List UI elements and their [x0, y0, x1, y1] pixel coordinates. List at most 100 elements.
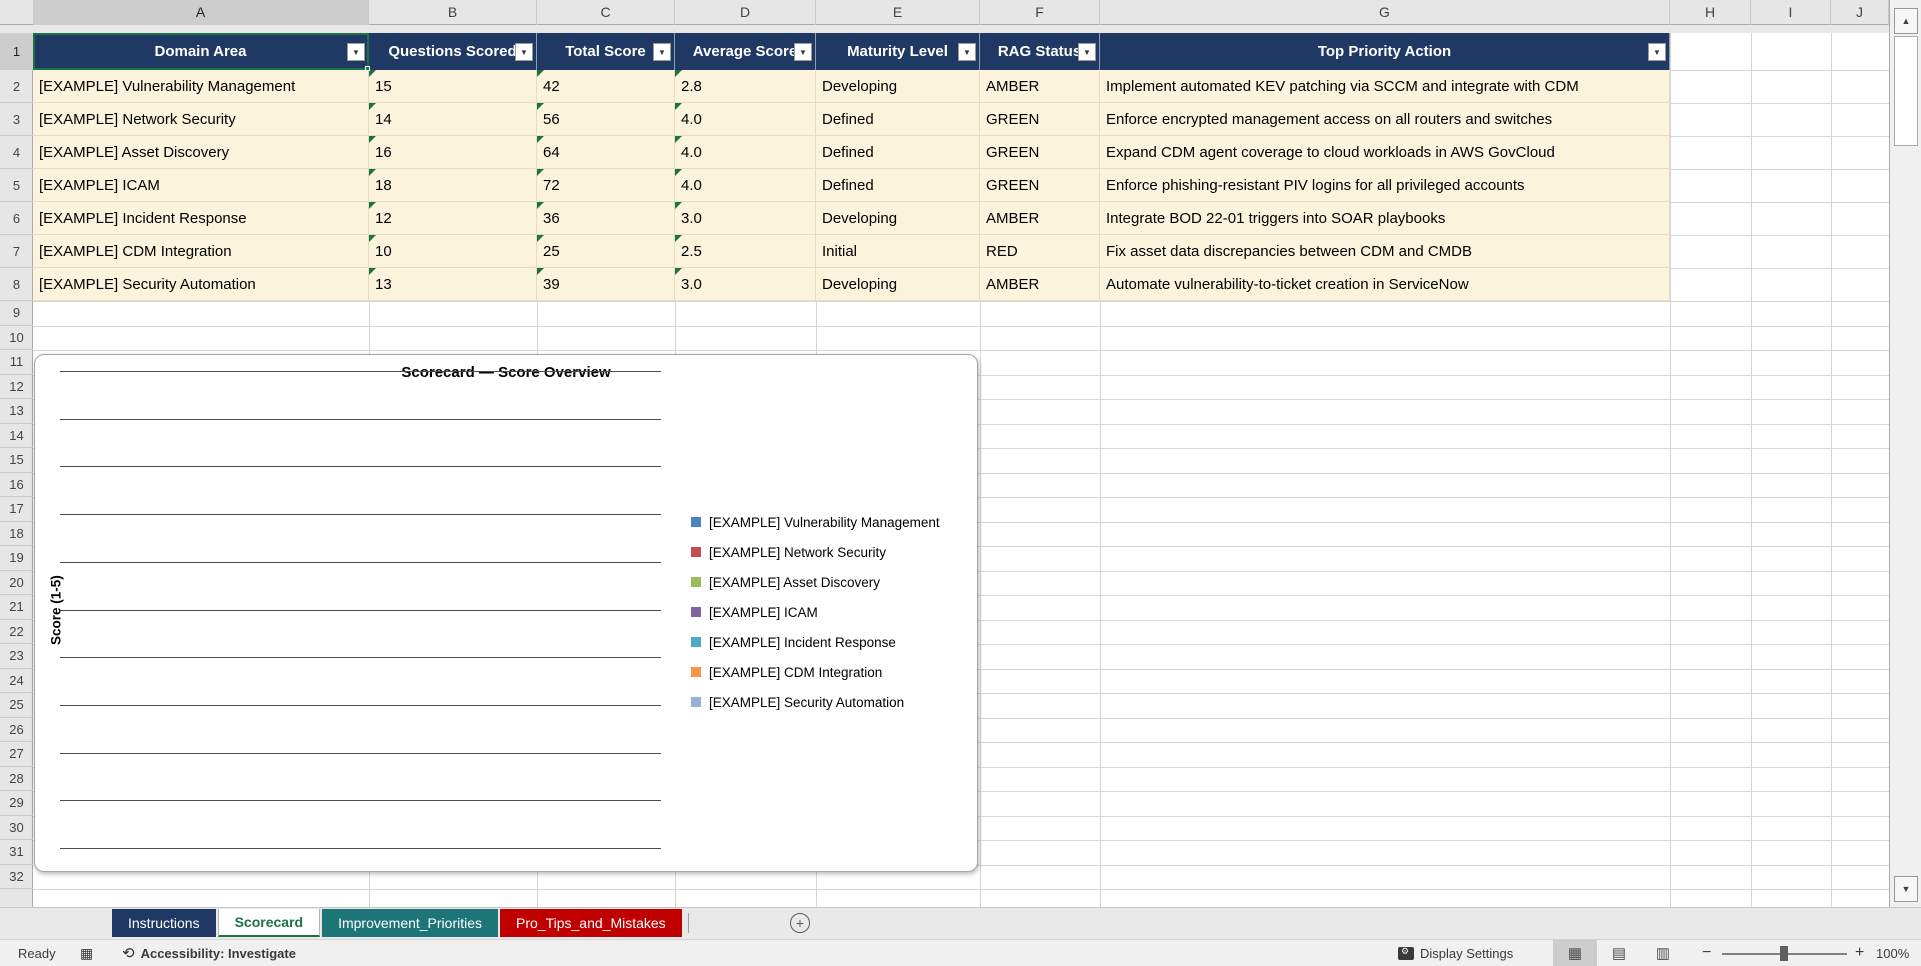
legend-item[interactable]: [EXAMPLE] Network Security — [691, 537, 940, 567]
macro-record-icon[interactable]: ▦ — [80, 940, 93, 966]
table-cell[interactable]: 64 — [537, 136, 675, 169]
table-cell[interactable]: RED — [980, 235, 1100, 268]
table-cell[interactable]: AMBER — [980, 268, 1100, 301]
table-cell[interactable]: Defined — [816, 103, 980, 136]
table-cell[interactable]: 13 — [369, 268, 537, 301]
table-cell[interactable]: Developing — [816, 268, 980, 301]
table-cell[interactable]: Automate vulnerability-to-ticket creatio… — [1100, 268, 1670, 301]
table-cell[interactable]: Fix asset data discrepancies between CDM… — [1100, 235, 1670, 268]
table-cell[interactable]: 25 — [537, 235, 675, 268]
filter-dropdown-button[interactable]: ▼ — [1648, 43, 1666, 61]
column-header-E[interactable]: E — [816, 0, 980, 25]
table-cell[interactable]: Initial — [816, 235, 980, 268]
row-header-23[interactable]: 23 — [0, 644, 33, 669]
table-cell[interactable]: 72 — [537, 169, 675, 202]
table-header-cell[interactable]: Maturity Level ▼ — [816, 33, 980, 70]
table-cell[interactable]: Developing — [816, 70, 980, 103]
table-cell[interactable]: Defined — [816, 169, 980, 202]
table-cell[interactable]: 10 — [369, 235, 537, 268]
filter-dropdown-button[interactable]: ▼ — [347, 43, 365, 61]
table-header-cell[interactable]: Total Score ▼ — [537, 33, 675, 70]
legend-item[interactable]: [EXAMPLE] ICAM — [691, 597, 940, 627]
table-cell[interactable]: 15 — [369, 70, 537, 103]
row-header-5[interactable]: 5 — [0, 169, 33, 202]
row-header-27[interactable]: 27 — [0, 742, 33, 767]
table-cell[interactable]: 16 — [369, 136, 537, 169]
table-cell[interactable]: [EXAMPLE] Incident Response — [33, 202, 369, 235]
filter-dropdown-button[interactable]: ▼ — [515, 43, 533, 61]
table-cell[interactable]: AMBER — [980, 70, 1100, 103]
table-header-cell[interactable]: Top Priority Action ▼ — [1100, 33, 1670, 70]
table-cell[interactable]: 56 — [537, 103, 675, 136]
scroll-down-button[interactable]: ▼ — [1894, 876, 1918, 902]
add-sheet-button[interactable]: + — [790, 913, 810, 933]
row-header-1[interactable]: 1 — [0, 33, 33, 70]
table-cell[interactable]: Implement automated KEV patching via SCC… — [1100, 70, 1670, 103]
table-header-cell[interactable]: Questions Scored ▼ — [369, 33, 537, 70]
row-header-32[interactable]: 32 — [0, 865, 33, 889]
table-cell[interactable]: [EXAMPLE] Network Security — [33, 103, 369, 136]
row-header-9[interactable]: 9 — [0, 301, 33, 326]
table-cell[interactable]: 4.0 — [675, 103, 816, 136]
row-header-20[interactable]: 20 — [0, 571, 33, 595]
row-header-15[interactable]: 15 — [0, 448, 33, 473]
row-header-10[interactable]: 10 — [0, 326, 33, 350]
row-header-14[interactable]: 14 — [0, 424, 33, 448]
table-cell[interactable]: AMBER — [980, 202, 1100, 235]
table-cell[interactable]: Defined — [816, 136, 980, 169]
zoom-level[interactable]: 100% — [1876, 940, 1909, 966]
column-header-B[interactable]: B — [369, 0, 537, 25]
table-header-cell[interactable]: Average Score ▼ — [675, 33, 816, 70]
table-cell[interactable]: Integrate BOD 22-01 triggers into SOAR p… — [1100, 202, 1670, 235]
table-cell[interactable]: 3.0 — [675, 268, 816, 301]
table-cell[interactable]: [EXAMPLE] Vulnerability Management — [33, 70, 369, 103]
row-header-31[interactable]: 31 — [0, 840, 33, 865]
table-cell[interactable]: 2.8 — [675, 70, 816, 103]
row-header-25[interactable]: 25 — [0, 693, 33, 718]
table-cell[interactable]: 4.0 — [675, 136, 816, 169]
legend-item[interactable]: [EXAMPLE] Vulnerability Management — [691, 507, 940, 537]
column-header-F[interactable]: F — [980, 0, 1100, 25]
column-header-A[interactable]: A — [33, 0, 369, 25]
row-header-24[interactable]: 24 — [0, 669, 33, 693]
table-cell[interactable]: 12 — [369, 202, 537, 235]
row-header-21[interactable]: 21 — [0, 595, 33, 620]
zoom-out-button[interactable]: − — [1702, 940, 1711, 966]
table-cell[interactable]: 18 — [369, 169, 537, 202]
legend-item[interactable]: [EXAMPLE] Incident Response — [691, 627, 940, 657]
table-cell[interactable]: 39 — [537, 268, 675, 301]
table-cell[interactable]: [EXAMPLE] Asset Discovery — [33, 136, 369, 169]
filter-dropdown-button[interactable]: ▼ — [958, 43, 976, 61]
row-header-19[interactable]: 19 — [0, 546, 33, 571]
row-header-28[interactable]: 28 — [0, 767, 33, 791]
row-header-30[interactable]: 30 — [0, 816, 33, 840]
row-header-12[interactable]: 12 — [0, 375, 33, 399]
legend-item[interactable]: [EXAMPLE] Asset Discovery — [691, 567, 940, 597]
display-settings-button[interactable]: Display Settings — [1398, 940, 1513, 966]
row-header-13[interactable]: 13 — [0, 399, 33, 424]
row-header-16[interactable]: 16 — [0, 473, 33, 497]
table-cell[interactable]: 36 — [537, 202, 675, 235]
sheet-tab-scorecard[interactable]: Scorecard — [217, 909, 321, 937]
table-cell[interactable]: [EXAMPLE] ICAM — [33, 169, 369, 202]
accessibility-status[interactable]: ⟲ Accessibility: Investigate — [122, 940, 296, 966]
column-header-H[interactable]: H — [1670, 0, 1751, 25]
scroll-up-button[interactable]: ▲ — [1894, 8, 1918, 34]
column-header-C[interactable]: C — [537, 0, 675, 25]
row-header-29[interactable]: 29 — [0, 791, 33, 816]
table-cell[interactable]: Enforce phishing-resistant PIV logins fo… — [1100, 169, 1670, 202]
legend-item[interactable]: [EXAMPLE] CDM Integration — [691, 657, 940, 687]
page-layout-view-button[interactable]: ▤ — [1597, 940, 1641, 966]
row-header-8[interactable]: 8 — [0, 268, 33, 301]
sheet-tab-improvement_priorities[interactable]: Improvement_Priorities — [322, 909, 499, 937]
table-cell[interactable]: 2.5 — [675, 235, 816, 268]
table-cell[interactable]: 4.0 — [675, 169, 816, 202]
score-overview-chart[interactable]: Scorecard — Score Overview Score (1-5) [… — [34, 354, 978, 872]
row-header-26[interactable]: 26 — [0, 718, 33, 742]
sheet-tab-instructions[interactable]: Instructions — [112, 909, 216, 937]
table-cell[interactable]: 14 — [369, 103, 537, 136]
table-cell[interactable]: GREEN — [980, 136, 1100, 169]
column-header-I[interactable]: I — [1751, 0, 1831, 25]
table-header-cell[interactable]: Domain Area ▼ — [33, 33, 369, 70]
zoom-in-button[interactable]: + — [1855, 940, 1864, 966]
